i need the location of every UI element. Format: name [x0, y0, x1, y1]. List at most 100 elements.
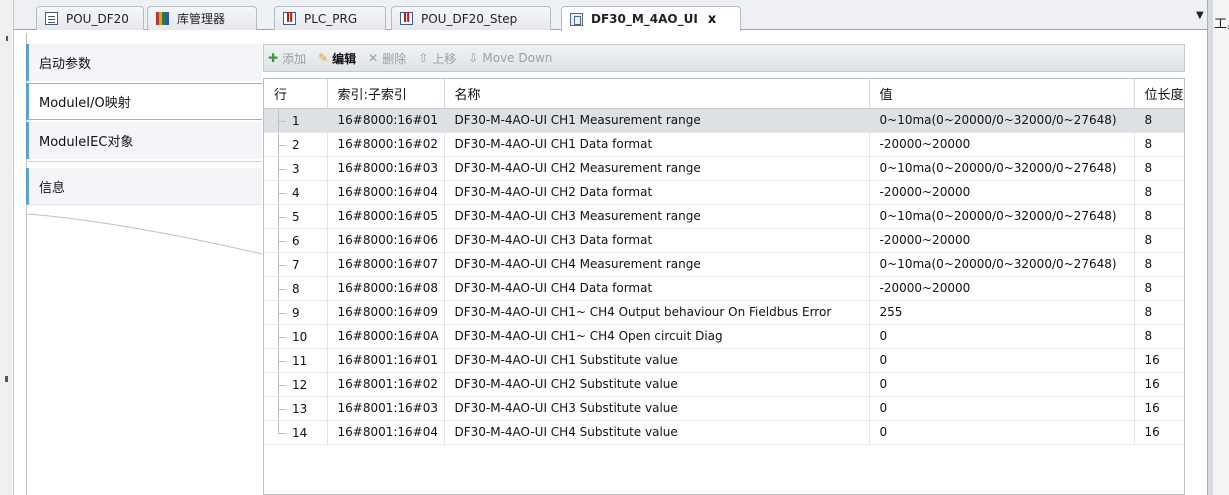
table-row[interactable]: 4 16#8000:16#04 DF30-M-4AO-UI CH2 Data for…	[264, 180, 1184, 205]
tree-branch	[278, 432, 286, 434]
table-row[interactable]: 6 16#8000:16#06 DF30-M-4AO-UI CH3 Data for…	[264, 228, 1184, 253]
row-number: 2	[292, 137, 300, 152]
parameter-toolbar: ✚ 添加 ✎ 编辑 ✕ 删除 ⇧ 上移 ⇩ Move Down	[263, 44, 1185, 72]
column-header-index[interactable]: 索引:子索引	[327, 79, 445, 109]
column-header-value[interactable]: 值	[869, 79, 1135, 109]
index-cell: 16#8000:16#06	[327, 228, 445, 253]
row-number: 8	[292, 281, 300, 296]
name-cell: DF30-M-4AO-UI CH1 Data format	[444, 132, 870, 157]
table-row[interactable]: 14 16#8001:16#04 DF30-M-4AO-UI CH4 Substit…	[264, 420, 1184, 445]
column-header-row[interactable]: 行	[264, 79, 328, 109]
tree-branch	[278, 120, 286, 122]
value-cell[interactable]: -20000~20000	[869, 132, 1135, 157]
nav-divider	[26, 161, 262, 162]
index-cell: 16#8000:16#01	[327, 108, 445, 133]
tree-branch	[278, 408, 286, 410]
tree-branch	[278, 384, 286, 386]
table-row[interactable]: 12 16#8001:16#02 DF30-M-4AO-UI CH2 Substit…	[264, 372, 1184, 397]
name-cell: DF30-M-4AO-UI CH1~ CH4 Open circuit Diag	[444, 324, 870, 349]
table-row[interactable]: 8 16#8000:16#08 DF30-M-4AO-UI CH4 Data for…	[264, 276, 1184, 301]
nav-item-startup-parameters[interactable]: 启动参数	[26, 44, 262, 81]
bit-length-cell: 16	[1134, 372, 1184, 397]
library-icon	[156, 12, 169, 25]
row-number: 10	[292, 329, 308, 344]
index-cell: 16#8001:16#01	[327, 348, 445, 373]
value-cell[interactable]: 0~10ma(0~20000/0~32000/0~27648)	[869, 108, 1135, 133]
table-header-row: 行 索引:子索引 名称 值 位长度	[264, 79, 1184, 109]
column-header-bit-length[interactable]: 位长度	[1134, 79, 1184, 109]
arrow-up-icon: ⇧	[418, 51, 429, 65]
name-cell: DF30-M-4AO-UI CH2 Data format	[444, 180, 870, 205]
tree-branch	[278, 288, 286, 290]
tab-label: POU_DF20_Step	[421, 11, 518, 26]
name-cell: DF30-M-4AO-UI CH2 Substitute value	[444, 372, 870, 397]
tree-line	[278, 420, 279, 433]
value-cell[interactable]: -20000~20000	[869, 228, 1135, 253]
value-cell[interactable]: 0~10ma(0~20000/0~32000/0~27648)	[869, 252, 1135, 277]
tab-library-manager[interactable]: 库管理器	[147, 6, 257, 30]
value-cell[interactable]: 0~10ma(0~20000/0~32000/0~27648)	[869, 204, 1135, 229]
value-cell[interactable]: 255	[869, 300, 1135, 325]
close-icon[interactable]: x	[708, 12, 716, 27]
tree-branch	[278, 336, 286, 338]
value-cell[interactable]: -20000~20000	[869, 276, 1135, 301]
tab-pou-df20[interactable]: POU_DF20	[36, 6, 144, 30]
delete-button[interactable]: ✕ 删除	[368, 50, 406, 67]
table-row[interactable]: 10 16#8000:16#0A DF30-M-4AO-UI CH1~ CH4 Op…	[264, 324, 1184, 349]
row-number-cell: 1	[264, 108, 328, 133]
tree-branch	[278, 216, 286, 218]
value-cell[interactable]: 0	[869, 420, 1135, 445]
value-cell[interactable]: 0	[869, 396, 1135, 421]
move-down-button[interactable]: ⇩ Move Down	[468, 51, 552, 65]
column-header-name[interactable]: 名称	[444, 79, 870, 109]
name-cell: DF30-M-4AO-UI CH4 Data format	[444, 276, 870, 301]
move-up-button[interactable]: ⇧ 上移	[418, 50, 456, 67]
value-cell[interactable]: 0	[869, 348, 1135, 373]
value-cell[interactable]: 0	[869, 324, 1135, 349]
table-row[interactable]: 2 16#8000:16#02 DF30-M-4AO-UI CH1 Data for…	[264, 132, 1184, 157]
tab-pou-df20-step[interactable]: POU_DF20_Step	[391, 6, 551, 30]
nav-item-iec-objects[interactable]: ModuleIEC对象	[26, 122, 262, 159]
index-cell: 16#8000:16#0A	[327, 324, 445, 349]
tab-df30-m-4ao-ui[interactable]: DF30_M_4AO_UI x	[561, 6, 741, 31]
table-row[interactable]: 3 16#8000:16#03 DF30-M-4AO-UI CH2 Measurem…	[264, 156, 1184, 181]
nav-item-information[interactable]: 信息	[26, 168, 262, 205]
tab-label: 库管理器	[177, 12, 226, 26]
bit-length-cell: 16	[1134, 396, 1184, 421]
table-row[interactable]: 11 16#8001:16#01 DF30-M-4AO-UI CH1 Substit…	[264, 348, 1184, 373]
row-number: 7	[292, 257, 300, 272]
row-number-cell: 13	[264, 396, 328, 421]
bit-length-cell: 8	[1134, 132, 1184, 157]
row-number-cell: 3	[264, 156, 328, 181]
table-row[interactable]: 7 16#8000:16#07 DF30-M-4AO-UI CH4 Measurem…	[264, 252, 1184, 277]
bit-length-cell: 16	[1134, 420, 1184, 445]
value-cell[interactable]: -20000~20000	[869, 180, 1135, 205]
tools-panel-title[interactable]: 工具	[1214, 13, 1229, 32]
chevron-down-icon[interactable]: ▼	[1196, 10, 1204, 21]
table-row[interactable]: 9 16#8000:16#09 DF30-M-4AO-UI CH1~ CH4 Out…	[264, 300, 1184, 325]
tab-label: DF30_M_4AO_UI	[591, 12, 698, 26]
dock-handle-mark	[5, 376, 8, 382]
add-button[interactable]: ✚ 添加	[268, 50, 306, 67]
value-cell[interactable]: 0	[869, 372, 1135, 397]
index-cell: 16#8001:16#03	[327, 396, 445, 421]
value-cell[interactable]: 0~10ma(0~20000/0~32000/0~27648)	[869, 156, 1135, 181]
nav-item-io-mapping[interactable]: ModuleI/O映射	[26, 83, 262, 120]
tab-label: POU_DF20	[66, 11, 129, 26]
tab-plc-prg[interactable]: PLC_PRG	[274, 6, 386, 30]
dock-handle-mark	[6, 36, 8, 41]
table-row[interactable]: 5 16#8000:16#05 DF30-M-4AO-UI CH3 Measurem…	[264, 204, 1184, 229]
move-down-label: Move Down	[482, 51, 553, 65]
table-row[interactable]: 13 16#8001:16#03 DF30-M-4AO-UI CH3 Substit…	[264, 396, 1184, 421]
document-icon	[45, 12, 58, 25]
row-number-cell: 8	[264, 276, 328, 301]
name-cell: DF30-M-4AO-UI CH1 Measurement range	[444, 108, 870, 133]
edit-button[interactable]: ✎ 编辑	[318, 50, 356, 67]
index-cell: 16#8000:16#05	[327, 204, 445, 229]
row-number: 9	[292, 305, 300, 320]
bit-length-cell: 8	[1134, 300, 1184, 325]
row-number-cell: 9	[264, 300, 328, 325]
table-row[interactable]: 1 16#8000:16#01 DF30-M-4AO-UI CH1 Measurem…	[264, 108, 1184, 133]
arrow-down-icon: ⇩	[468, 51, 479, 65]
bit-length-cell: 8	[1134, 276, 1184, 301]
